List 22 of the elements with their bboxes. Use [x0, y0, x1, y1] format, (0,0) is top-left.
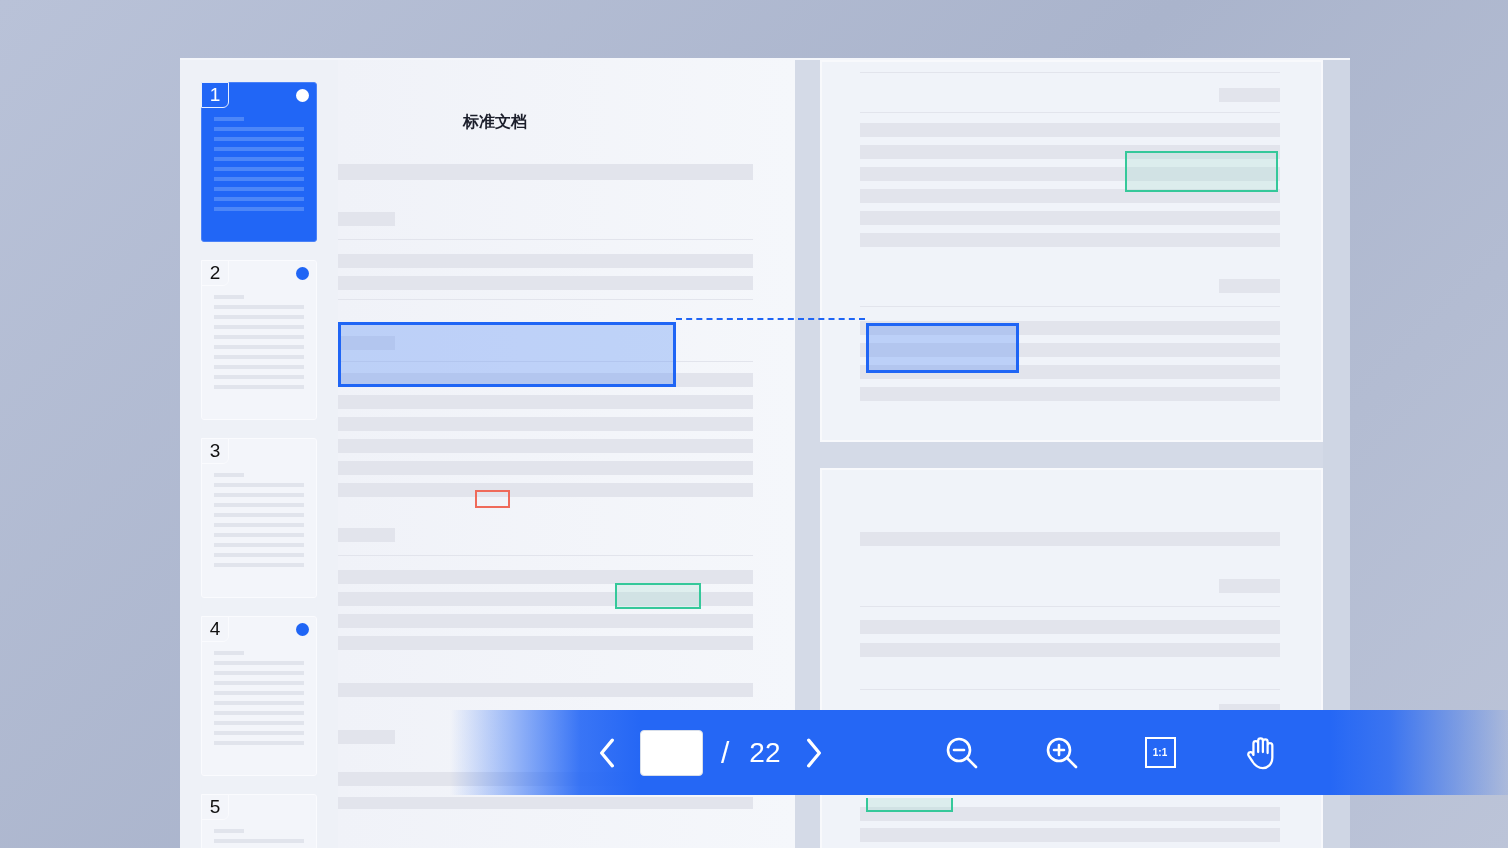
page-number: 4 [201, 616, 229, 642]
page-number: 1 [201, 82, 229, 108]
page-number: 2 [201, 260, 229, 286]
change-highlight[interactable] [338, 322, 676, 387]
page-number: 5 [201, 794, 229, 820]
page-thumbnail[interactable]: 5 [201, 794, 317, 848]
zoom-in-icon[interactable] [1044, 735, 1079, 770]
document-title: 标准文档 [463, 112, 527, 133]
change-highlight[interactable] [866, 323, 1019, 373]
page-number: 3 [201, 438, 229, 464]
actual-size-button[interactable]: 1:1 [1144, 737, 1176, 768]
total-pages: 22 [749, 736, 781, 769]
page-input[interactable] [640, 729, 703, 776]
page-separator: / [721, 735, 730, 770]
page-thumbnail[interactable]: 1 [201, 82, 317, 242]
deletion-highlight[interactable] [475, 490, 510, 508]
page-thumbnail[interactable]: 4 [201, 616, 317, 776]
previous-page-icon[interactable] [598, 737, 616, 768]
next-page-icon[interactable] [804, 737, 823, 768]
page-thumbnail[interactable]: 3 [201, 438, 317, 598]
page-thumbnail[interactable]: 2 [201, 260, 317, 420]
zoom-out-icon[interactable] [944, 735, 979, 770]
